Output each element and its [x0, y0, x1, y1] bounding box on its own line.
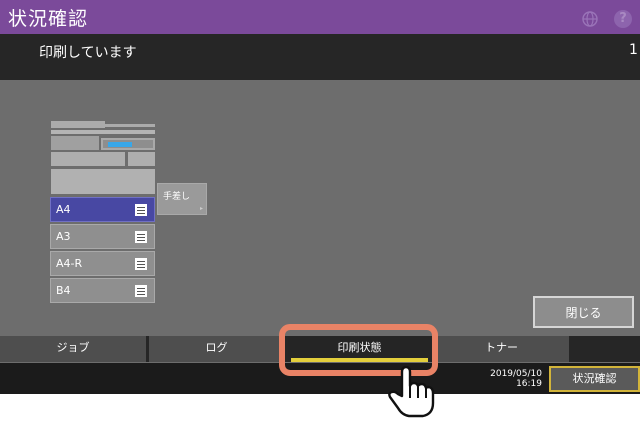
bypass-tray-button[interactable]: 手差し ▸	[157, 183, 207, 215]
machine-side-panel	[128, 152, 155, 166]
hand-pointer-icon	[388, 366, 435, 418]
bypass-tray-arrow-icon: ▸	[200, 205, 204, 212]
tab-log[interactable]: ログ	[149, 336, 284, 362]
tab-toner[interactable]: トナー	[434, 336, 569, 362]
drawer-4-label: B4	[56, 284, 71, 297]
paper-list-icon	[135, 231, 147, 243]
drawer-1-label: A4	[56, 203, 71, 216]
drawer-2-label: A3	[56, 230, 71, 243]
machine-display-icon	[108, 142, 132, 147]
time-text: 16:19	[516, 379, 542, 389]
screen-title: 状況確認	[8, 8, 89, 30]
globe-icon[interactable]	[582, 11, 598, 27]
drawer-4-button[interactable]: B4	[50, 278, 155, 303]
drawer-2-button[interactable]: A3	[50, 224, 155, 249]
date-text: 2019/05/10	[490, 369, 542, 379]
close-button[interactable]: 閉じる	[533, 296, 634, 328]
tab-job[interactable]: ジョブ	[0, 336, 146, 362]
drawer-3-label: A4-R	[56, 257, 83, 270]
paper-list-icon	[135, 285, 147, 297]
date-time-display: 2019/05/10 16:19	[450, 369, 542, 389]
machine-body-panel	[51, 136, 99, 150]
machine-main-body	[51, 169, 155, 194]
help-icon[interactable]: ?	[614, 10, 632, 28]
machine-scanner-top	[51, 121, 105, 128]
paper-list-icon	[135, 204, 147, 216]
machine-document-feeder	[105, 124, 155, 127]
bypass-tray-label: 手差し	[163, 192, 191, 202]
drawer-3-button[interactable]: A4-R	[50, 251, 155, 276]
status-confirm-button[interactable]: 状況確認	[549, 366, 640, 392]
page-counter: 1	[629, 42, 638, 58]
title-bar	[0, 0, 640, 34]
paper-list-icon	[135, 258, 147, 270]
status-message: 印刷しています	[39, 45, 137, 61]
drawer-1-button[interactable]: A4	[50, 197, 155, 222]
machine-scanner-base	[51, 130, 155, 134]
machine-output-tray	[51, 152, 125, 166]
